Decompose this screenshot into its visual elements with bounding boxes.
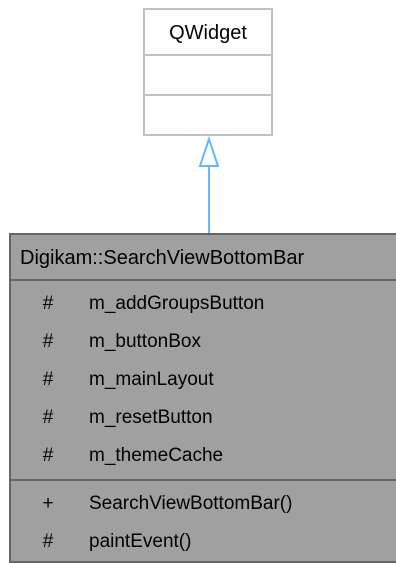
method-row: + SearchViewBottomBar() [11, 485, 396, 523]
attribute-row: # m_themeCache [11, 437, 396, 475]
visibility-protected: # [42, 407, 54, 428]
attribute-row: # m_mainLayout [11, 361, 396, 399]
attribute-name: m_addGroupsButton [89, 293, 265, 314]
method-row: # paintEvent() [11, 523, 396, 561]
attribute-name: m_mainLayout [89, 369, 214, 390]
visibility-protected: # [42, 531, 54, 552]
attribute-name: m_themeCache [89, 445, 224, 466]
visibility-protected: # [42, 445, 54, 466]
visibility-protected: # [42, 293, 54, 314]
attribute-row: # m_buttonBox [11, 323, 396, 361]
attribute-row: # m_addGroupsButton [11, 285, 396, 323]
parent-methods-section [145, 96, 271, 136]
attribute-row: # m_resetButton [11, 399, 396, 437]
methods-section: + SearchViewBottomBar() # paintEvent() [11, 481, 396, 561]
attribute-name: m_buttonBox [89, 331, 201, 352]
parent-attributes-section [145, 56, 271, 96]
attributes-section: # m_addGroupsButton # m_buttonBox # m_ma… [11, 281, 396, 481]
visibility-protected: # [42, 331, 54, 352]
visibility-public: + [42, 493, 54, 514]
parent-class-box[interactable]: QWidget [143, 8, 273, 136]
parent-class-name: QWidget [145, 10, 271, 56]
visibility-protected: # [42, 369, 54, 390]
method-name: paintEvent() [89, 531, 192, 552]
inheritance-arrowhead [198, 135, 220, 167]
attribute-name: m_resetButton [89, 407, 213, 428]
class-name: Digikam::SearchViewBottomBar [11, 235, 396, 281]
method-name: SearchViewBottomBar() [89, 493, 293, 514]
class-box[interactable]: Digikam::SearchViewBottomBar # m_addGrou… [9, 233, 396, 563]
